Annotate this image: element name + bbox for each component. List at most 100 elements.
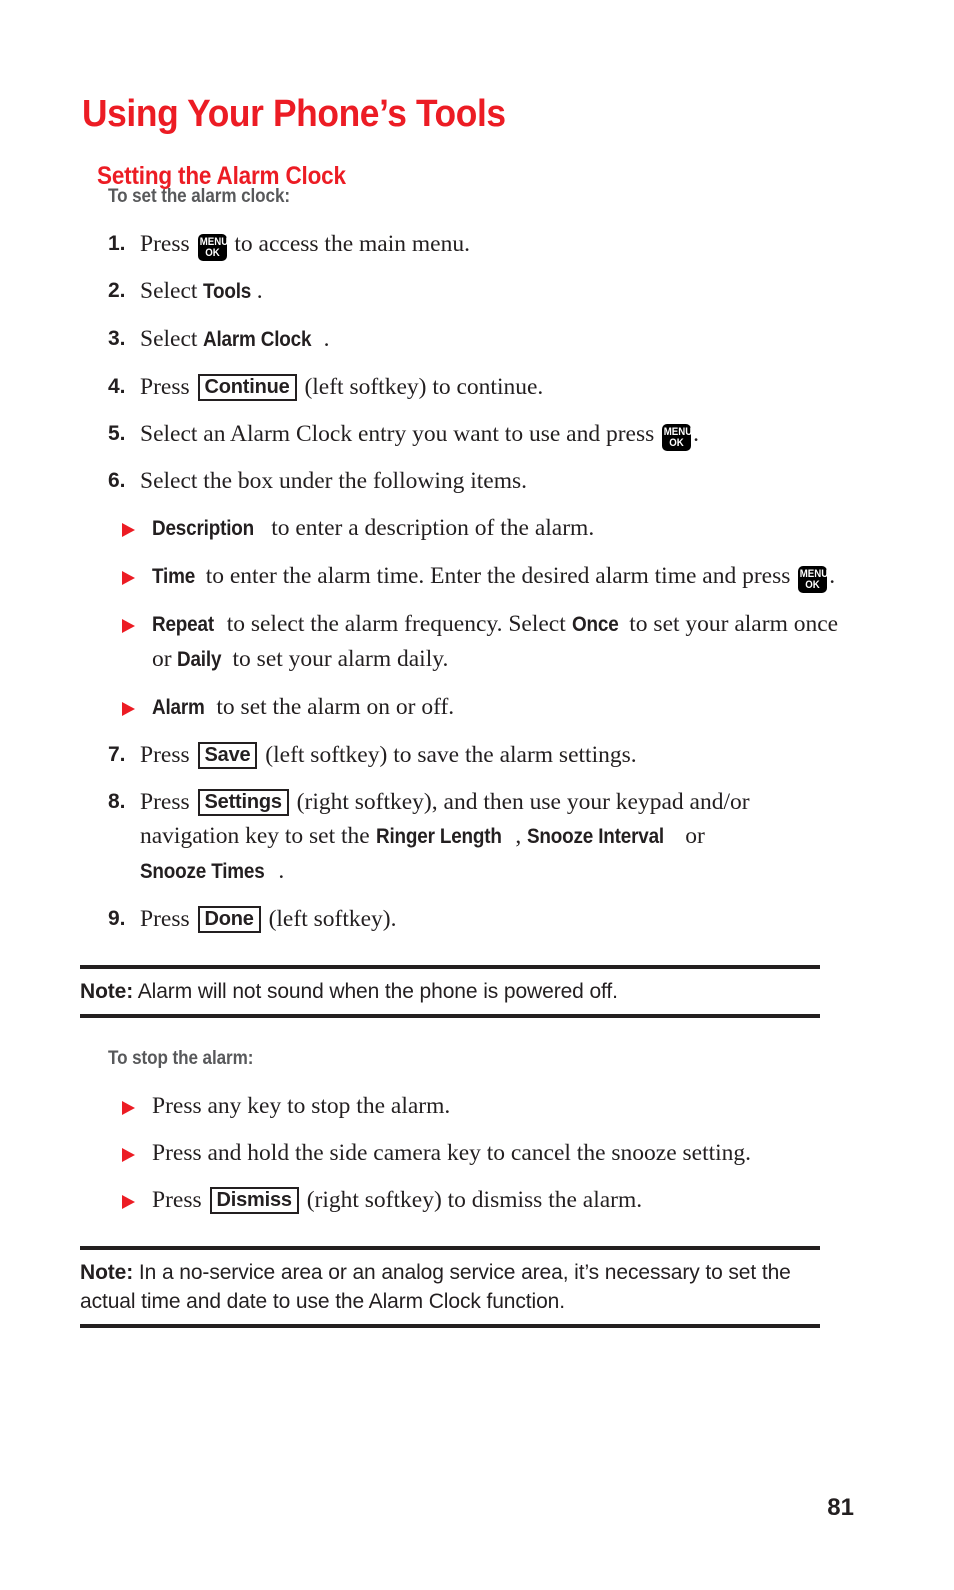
menu-ok-key-line2: OK — [669, 437, 684, 449]
body-text: to access the main menu. — [228, 231, 470, 257]
numbered-step: 5. Select an Alarm Clock entry you want t… — [108, 417, 834, 451]
bullet-item: Press and hold the side camera key to ca… — [120, 1136, 844, 1170]
note-2-rule-bottom — [80, 1324, 820, 1328]
step-body: Press Continue (left softkey) to continu… — [140, 374, 544, 401]
step-number: 2. — [108, 279, 126, 302]
menu-ok-key-line1: MENU — [663, 426, 693, 438]
ui-term: Snooze Times — [140, 860, 265, 883]
ui-term: Ringer Length — [375, 825, 502, 848]
procedure-2-bullets: Press any key to stop the alarm. Press an… — [0, 1089, 954, 1217]
menu-ok-key-line1: MENU — [800, 568, 829, 580]
bullet-item: Repeat to select the alarm frequency. Se… — [120, 607, 844, 677]
body-text: (left softkey). — [262, 906, 397, 932]
body-text: Press — [140, 374, 196, 400]
ui-term: Description — [152, 517, 254, 540]
bullet-item: Time to enter the alarm time. Enter the … — [120, 559, 844, 594]
step-body: Select an Alarm Clock entry you want to … — [140, 421, 699, 451]
procedure-1-steps: 1. Press MENU OK to access the main menu. 2… — [0, 227, 954, 498]
menu-ok-key-line2: OK — [805, 579, 821, 591]
body-text: (left softkey) to continue. — [298, 374, 544, 400]
bullet-item: Description to enter a description of th… — [120, 511, 844, 546]
note-2-label: Note: — [80, 1261, 134, 1284]
step-number: 3. — [108, 327, 126, 350]
step-body: Press MENU OK to access the main menu. — [140, 231, 470, 261]
menu-ok-key-line1: MENU — [199, 236, 228, 248]
softkey-label[interactable]: Save — [197, 742, 258, 769]
softkey-label[interactable]: Done — [197, 906, 261, 933]
page-content: To set the alarm clock: 1. Press MENU OK t… — [0, 186, 954, 1328]
body-text: . — [256, 278, 263, 304]
softkey-label[interactable]: Continue — [197, 374, 297, 401]
page-title: Using Your Phone’s Tools — [82, 93, 506, 136]
ui-term: Snooze Interval — [527, 825, 665, 848]
body-text: Select the box under the following items… — [140, 468, 528, 494]
numbered-step: 1. Press MENU OK to access the main menu. — [108, 227, 834, 261]
step-body: Select Tools. — [140, 278, 263, 304]
step-number: 4. — [108, 375, 126, 398]
body-text: Press and hold the side camera key to ca… — [152, 1140, 752, 1166]
body-text: to set the alarm on or off. — [210, 694, 455, 720]
softkey-label[interactable]: Settings — [197, 789, 289, 816]
menu-ok-key-icon: MENU OK — [197, 234, 228, 261]
note-1-label: Note: — [80, 980, 134, 1003]
step-number: 1. — [108, 232, 126, 255]
triangle-bullet-icon — [122, 702, 135, 716]
triangle-bullet-icon — [122, 1148, 135, 1162]
triangle-bullet-icon — [122, 619, 135, 633]
bullet-body: Repeat to select the alarm frequency. Se… — [152, 611, 838, 672]
body-text: Select an Alarm Clock entry you want to … — [140, 421, 661, 447]
step-number: 8. — [108, 790, 126, 813]
bullet-body: Press and hold the side camera key to ca… — [152, 1140, 751, 1166]
step-number: 6. — [108, 469, 126, 492]
body-text: Press any key to stop the alarm. — [152, 1093, 451, 1119]
menu-ok-key-icon: MENU OK — [662, 424, 693, 451]
bullet-body: Alarm to set the alarm on or off. — [152, 694, 454, 720]
step-body: Press Done (left softkey). — [140, 906, 397, 933]
menu-ok-key-icon: MENU OK — [798, 566, 829, 593]
procedure-1-heading: To set the alarm clock: — [108, 186, 290, 207]
body-text: to enter the alarm time. Enter the desir… — [199, 563, 797, 589]
body-text: to enter a description of the alarm. — [265, 515, 595, 541]
ui-term: Daily — [177, 648, 222, 671]
body-text: to set your alarm daily. — [226, 646, 449, 672]
ui-term: Once — [571, 613, 619, 636]
note-1-body: Alarm will not sound when the phone is p… — [133, 980, 618, 1003]
bullet-body: Press any key to stop the alarm. — [152, 1093, 450, 1119]
ui-term: Alarm — [152, 696, 205, 719]
manual-page: Using Your Phone’s Tools Setting the Ala… — [0, 0, 954, 1590]
body-text: . — [323, 326, 330, 352]
procedure-1-sub-bullets: Description to enter a description of th… — [0, 511, 954, 725]
body-text: Press — [140, 789, 196, 815]
note-1: Note: Alarm will not sound when the phon… — [80, 969, 834, 1014]
numbered-step: 3. Select Alarm Clock. — [108, 322, 834, 357]
body-text: Press — [140, 231, 196, 257]
step-body: Press Settings (right softkey), and then… — [140, 789, 750, 884]
softkey-label[interactable]: Dismiss — [209, 1187, 299, 1214]
note-2: Note: In a no-service area or an analog … — [80, 1250, 834, 1324]
body-text: Select — [140, 326, 204, 352]
ui-term: Time — [152, 565, 196, 588]
step-number: 7. — [108, 743, 126, 766]
numbered-step: 7. Press Save (left softkey) to save the … — [108, 738, 834, 772]
bullet-item: Alarm to set the alarm on or off. — [120, 690, 844, 725]
body-text: Select — [140, 278, 204, 304]
body-text: to select the alarm frequency. Select — [220, 611, 572, 637]
procedure-2-heading: To stop the alarm: — [108, 1048, 254, 1069]
body-text: or — [679, 823, 705, 849]
menu-ok-key-line2: OK — [204, 247, 220, 259]
numbered-step: 6. Select the box under the following ite… — [108, 464, 834, 498]
note-2-body: In a no-service area or an analog servic… — [80, 1261, 791, 1313]
ui-term: Alarm Clock — [203, 328, 312, 351]
step-body: Select Alarm Clock. — [140, 326, 330, 352]
body-text: . — [829, 563, 836, 589]
step-body: Press Save (left softkey) to save the al… — [140, 742, 637, 769]
bullet-item: Press any key to stop the alarm. — [120, 1089, 844, 1123]
triangle-bullet-icon — [122, 1195, 135, 1209]
step-number: 5. — [108, 422, 126, 445]
page-number: 81 — [827, 1494, 854, 1521]
procedure-1-steps-after: 7. Press Save (left softkey) to save the … — [0, 738, 954, 936]
body-text: (right softkey) to dismiss the alarm. — [300, 1187, 643, 1213]
